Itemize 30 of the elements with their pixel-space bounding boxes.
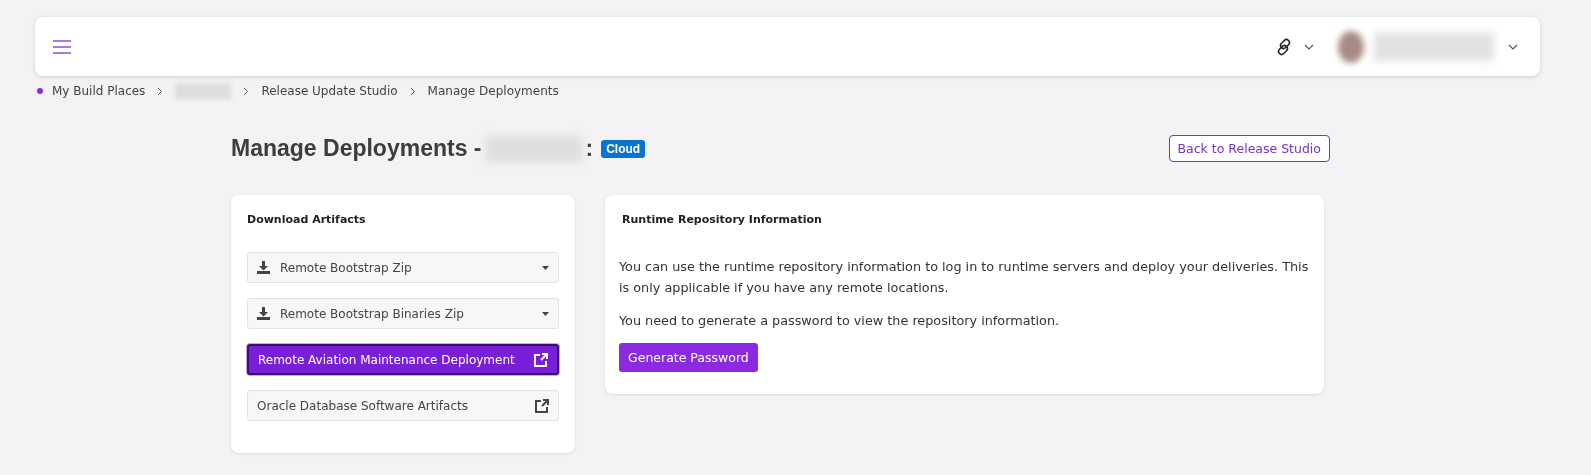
- cloud-badge: Cloud: [601, 139, 646, 158]
- artifact-link-button[interactable]: Remote Aviation Maintenance Deployment: [247, 344, 559, 375]
- colon-separator: :: [585, 135, 594, 162]
- caret-icon: [542, 311, 549, 316]
- artifact-link-button[interactable]: Oracle Database Software Artifacts: [247, 390, 559, 421]
- breadcrumb-link[interactable]: Release Update Studio: [261, 84, 398, 98]
- avatar[interactable]: [1338, 30, 1364, 63]
- external-link-icon: [535, 398, 549, 413]
- download-dropdown[interactable]: Remote Bootstrap Binaries Zip: [247, 298, 559, 329]
- back-button[interactable]: Back to Release Studio: [1168, 135, 1330, 162]
- download-icon: [257, 307, 270, 320]
- breadcrumb-link[interactable]: Manage Deployments: [427, 84, 559, 98]
- card-title: Download Artifacts: [247, 213, 367, 226]
- chevron-right-icon: [243, 86, 250, 96]
- chevron-right-icon: [409, 86, 416, 96]
- breadcrumb-link[interactable]: My Build Places: [52, 84, 146, 98]
- menu-icon[interactable]: [53, 38, 71, 55]
- card-title: Runtime Repository Information: [622, 213, 823, 226]
- page-title: Manage Deployments -: [231, 135, 482, 162]
- caret-icon: [542, 265, 549, 270]
- chevron-down-icon[interactable]: [1508, 43, 1518, 50]
- info-paragraph: You need to generate a password to view the repository information.: [619, 312, 1061, 330]
- download-dropdown[interactable]: Remote Bootstrap Zip: [247, 252, 559, 283]
- chevron-down-icon[interactable]: [1304, 43, 1314, 50]
- dot-icon: [37, 88, 43, 94]
- external-link-icon: [534, 352, 548, 367]
- chevron-right-icon: [157, 86, 164, 96]
- download-icon: [257, 261, 270, 274]
- info-paragraph: You can use the runtime repository information to log in to runtime servers and deploy your deliveries. This is only applicable if you have any remote locations.: [619, 258, 1310, 297]
- generate-password-button[interactable]: Generate Password: [619, 343, 758, 372]
